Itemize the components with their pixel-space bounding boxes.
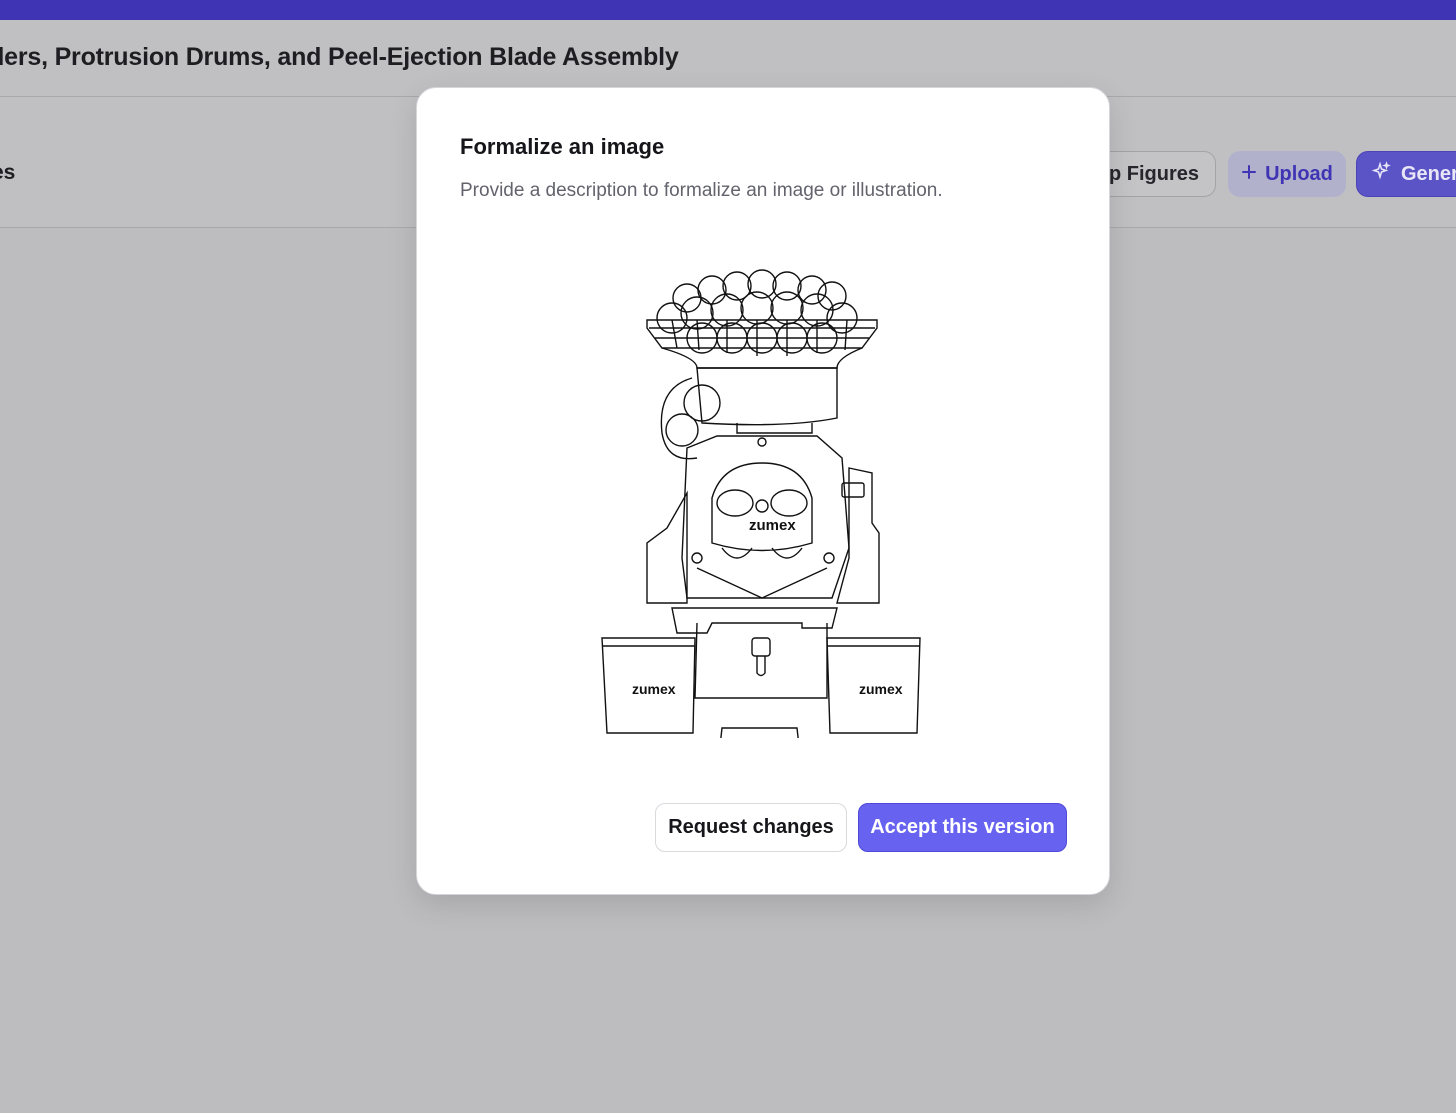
right-bin-logo: zumex — [859, 681, 903, 697]
document-header: nders, Protrusion Drums, and Peel-Ejecti… — [0, 20, 1456, 97]
request-changes-button[interactable]: Request changes — [655, 803, 847, 852]
formalized-illustration: zumex zumex zumex — [587, 258, 927, 747]
generate-button[interactable]: Gener — [1356, 151, 1456, 197]
top-accent-bar — [0, 0, 1456, 20]
setup-figures-label: up Figures — [1096, 162, 1199, 185]
plus-icon — [1241, 163, 1257, 186]
upload-label: Upload — [1265, 162, 1333, 185]
dialog-title: Formalize an image — [460, 134, 665, 159]
machine-logo: zumex — [749, 517, 796, 534]
upload-button[interactable]: Upload — [1228, 151, 1346, 197]
formalize-image-dialog: Formalize an image Provide a description… — [416, 87, 1110, 895]
toolbar-section-label: es — [0, 161, 16, 184]
generate-label: Gener — [1401, 162, 1456, 185]
sparkle-icon — [1371, 161, 1391, 187]
dialog-description: Provide a description to formalize an im… — [460, 180, 943, 201]
page-title: nders, Protrusion Drums, and Peel-Ejecti… — [0, 43, 679, 71]
left-bin-logo: zumex — [632, 681, 676, 697]
accept-version-button[interactable]: Accept this version — [858, 803, 1067, 852]
